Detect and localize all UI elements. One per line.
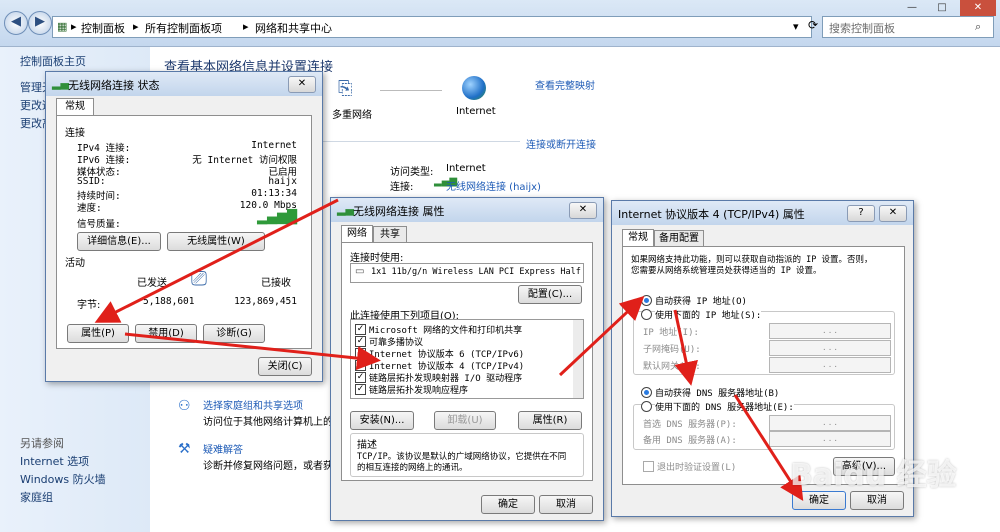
arrow [558, 295, 645, 377]
arrow [673, 309, 698, 386]
arrow [94, 198, 339, 323]
arrow [124, 332, 381, 371]
watermark-logo: Baidu 经验 [790, 458, 957, 493]
